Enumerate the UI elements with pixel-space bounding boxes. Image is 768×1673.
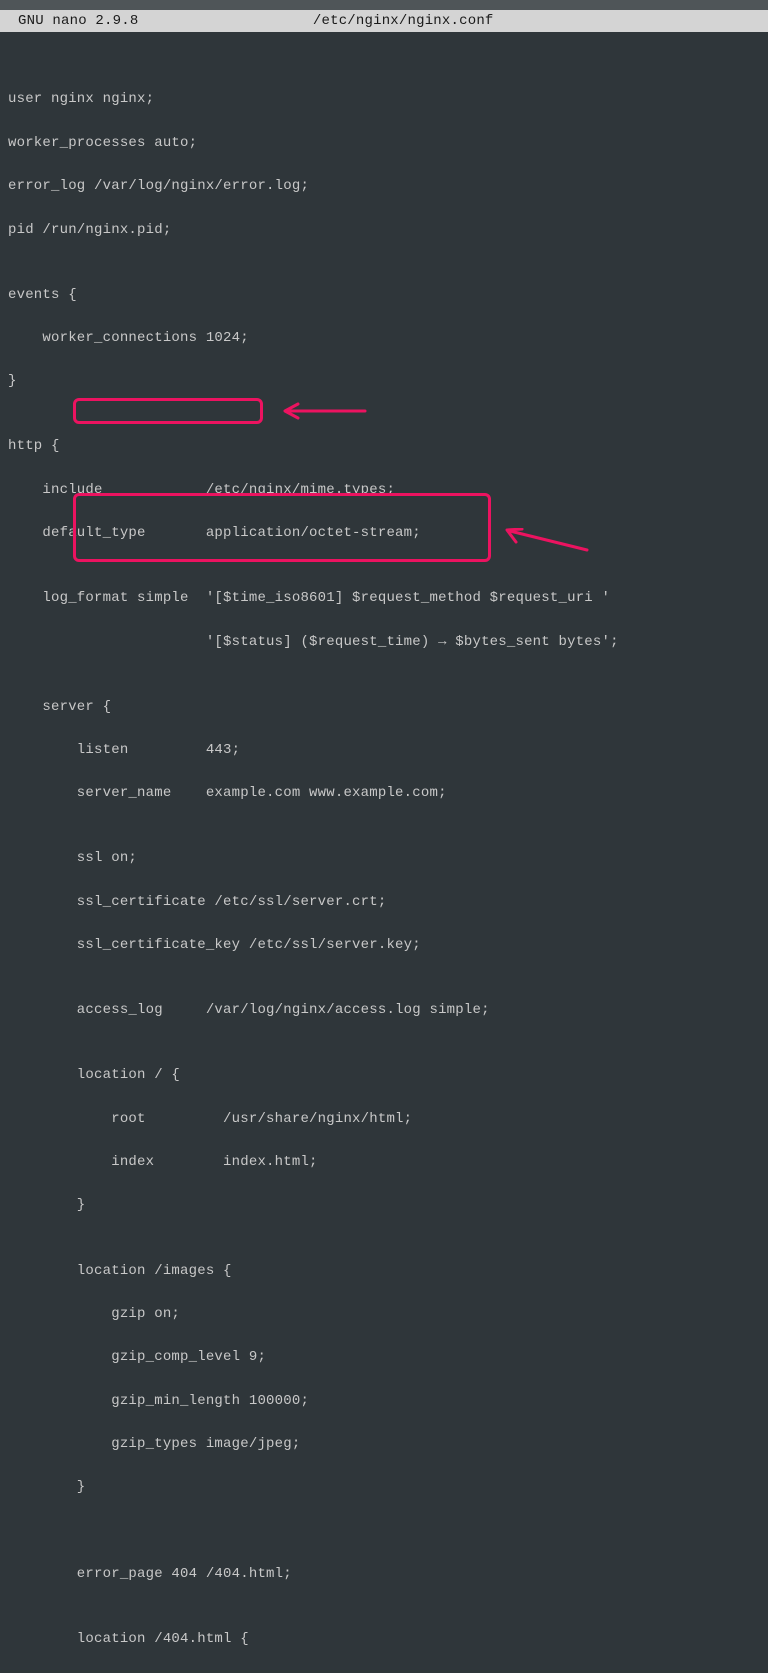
editor-titlebar: GNU nano 2.9.8 /etc/nginx/nginx.conf (0, 10, 768, 32)
filepath-label: /etc/nginx/nginx.conf (138, 10, 768, 32)
code-line: ssl_certificate_key /etc/ssl/server.key; (8, 935, 768, 957)
code-line: pid /run/nginx.pid; (8, 220, 768, 242)
code-line: http { (8, 436, 768, 458)
code-line: default_type application/octet-stream; (8, 523, 768, 545)
code-line: include /etc/nginx/mime.types; (8, 480, 768, 502)
app-name-label: GNU nano 2.9.8 (0, 10, 138, 32)
code-line: root /usr/share/nginx/html; (8, 1109, 768, 1131)
code-line: events { (8, 285, 768, 307)
code-line: error_page 404 /404.html; (8, 1564, 768, 1586)
code-line: gzip_min_length 100000; (8, 1391, 768, 1413)
code-line: location / { (8, 1065, 768, 1087)
code-line: worker_connections 1024; (8, 328, 768, 350)
code-line: '[$status] ($request_time) → $bytes_sent… (8, 632, 768, 654)
code-line: listen 443; (8, 740, 768, 762)
code-line: access_log /var/log/nginx/access.log sim… (8, 1000, 768, 1022)
code-line: server_name example.com www.example.com; (8, 783, 768, 805)
code-line: } (8, 1195, 768, 1217)
code-line: gzip_comp_level 9; (8, 1347, 768, 1369)
code-line: gzip on; (8, 1304, 768, 1326)
code-line: worker_processes auto; (8, 133, 768, 155)
code-line: location /404.html { (8, 1629, 768, 1651)
code-line: log_format simple '[$time_iso8601] $requ… (8, 588, 768, 610)
code-line: ssl_certificate /etc/ssl/server.crt; (8, 892, 768, 914)
editor-content[interactable]: user nginx nginx; worker_processes auto;… (0, 32, 768, 1673)
code-line: index index.html; (8, 1152, 768, 1174)
code-line: location /images { (8, 1261, 768, 1283)
code-line: gzip_types image/jpeg; (8, 1434, 768, 1456)
code-line: ssl on; (8, 848, 768, 870)
code-line: user nginx nginx; (8, 89, 768, 111)
code-line: server { (8, 697, 768, 719)
code-line: } (8, 371, 768, 393)
code-line: error_log /var/log/nginx/error.log; (8, 176, 768, 198)
window-top-spacer (0, 0, 768, 10)
code-line: } (8, 1477, 768, 1499)
